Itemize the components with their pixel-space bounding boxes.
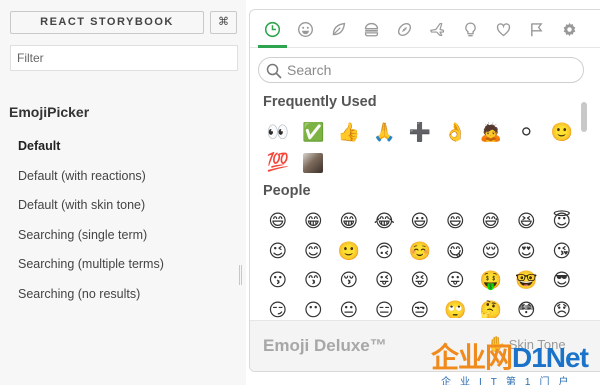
people-emoji[interactable]: 🤔 bbox=[473, 296, 509, 318]
gear-icon[interactable] bbox=[559, 19, 579, 39]
people-emoji[interactable]: 🙄 bbox=[438, 296, 474, 318]
search-icon bbox=[266, 63, 282, 79]
watermark-logo: 企业网D1Net bbox=[431, 336, 589, 376]
storybook-sidebar: REACT STORYBOOK ⌘ EmojiPicker Default De… bbox=[0, 0, 246, 385]
watermark: 企业网D1Net 企业IT第1门户 bbox=[431, 336, 600, 385]
people-emoji[interactable]: 🙃 bbox=[367, 237, 403, 267]
shortcuts-button[interactable]: ⌘ bbox=[210, 11, 237, 34]
watermark-logo-en: D1Net bbox=[512, 342, 589, 373]
frequent-emoji[interactable]: ⚪ bbox=[509, 118, 545, 148]
frequent-emoji[interactable]: 🙏 bbox=[367, 118, 403, 148]
people-emoji[interactable]: 😙 bbox=[296, 266, 332, 296]
story-link-default[interactable]: Default bbox=[18, 132, 164, 162]
frequent-emoji[interactable]: 👀 bbox=[260, 118, 296, 148]
custom-photo-emoji[interactable] bbox=[296, 148, 332, 178]
custom-photo-image bbox=[303, 152, 324, 173]
people-emoji[interactable]: 😘 bbox=[544, 237, 580, 267]
preview-title: Emoji Deluxe™ bbox=[263, 336, 387, 355]
people-emoji[interactable]: 😏 bbox=[260, 296, 296, 318]
heart-icon[interactable] bbox=[493, 19, 513, 39]
people-emoji[interactable]: 😑 bbox=[367, 296, 403, 318]
people-emoji[interactable]: 😗 bbox=[260, 266, 296, 296]
frequent-emoji[interactable]: ✅ bbox=[296, 118, 332, 148]
panel-resize-handle[interactable] bbox=[239, 265, 242, 285]
people-emoji[interactable]: 😊 bbox=[296, 237, 332, 267]
emoji-picker: Frequently Used 👀✅👍🙏➕👌🙇⚪🙂💯 People 😄😁😁😂😃😄… bbox=[249, 9, 600, 372]
story-link-default-with-reactions[interactable]: Default (with reactions) bbox=[18, 162, 164, 192]
frequent-emoji[interactable]: 👍 bbox=[331, 118, 367, 148]
people-emoji[interactable]: 😋 bbox=[438, 237, 474, 267]
watermark-logo-cn: 企业网 bbox=[431, 342, 513, 373]
frequent-emoji[interactable]: 🙇 bbox=[473, 118, 509, 148]
people-emoji[interactable]: 🤓 bbox=[509, 266, 545, 296]
people-emoji[interactable]: 😃 bbox=[402, 207, 438, 237]
people-emoji[interactable]: 😞 bbox=[544, 296, 580, 318]
story-link-searching-single-term[interactable]: Searching (single term) bbox=[18, 221, 164, 251]
people-emoji[interactable]: 😁 bbox=[296, 207, 332, 237]
smiley-icon[interactable] bbox=[295, 19, 315, 39]
people-emoji[interactable]: 😄 bbox=[438, 207, 474, 237]
burger-icon[interactable] bbox=[361, 19, 381, 39]
scrollbar-thumb[interactable] bbox=[581, 102, 587, 132]
people-emoji[interactable]: 🙂 bbox=[331, 237, 367, 267]
frequent-emoji[interactable]: 👌 bbox=[438, 118, 474, 148]
people-emoji[interactable]: 😌 bbox=[473, 237, 509, 267]
frequent-emoji-grid: 👀 ✅ 👍 🙏 ➕ 👌 🙇 ⚪ 🙂 💯 bbox=[260, 118, 580, 177]
story-link-searching-multiple-terms[interactable]: Searching (multiple terms) bbox=[18, 250, 164, 280]
category-bar bbox=[250, 10, 600, 48]
people-emoji[interactable]: 😅 bbox=[473, 207, 509, 237]
frequent-emoji[interactable]: 💯 bbox=[260, 148, 296, 178]
search-input[interactable] bbox=[287, 61, 577, 79]
people-emoji[interactable]: 😝 bbox=[402, 266, 438, 296]
leaf-icon[interactable] bbox=[328, 19, 348, 39]
people-emoji[interactable]: 😒 bbox=[402, 296, 438, 318]
flag-icon[interactable] bbox=[526, 19, 546, 39]
frequent-emoji[interactable]: 🙂 bbox=[544, 118, 580, 148]
people-emoji[interactable]: 😍 bbox=[509, 237, 545, 267]
people-emoji-grid: 😄 😁 😁 😂 😃 😄 😅 😆 😇 😉 😊 🙂 🙃 ☺️ 😋 😌 😍 😘 😗 😙 😚 😜 😝 😛 🤑 🤓 😎 😏 😶 😐 😑 😒 🙄 🤔 😳 😞 bbox=[260, 207, 580, 318]
section-title-people: People bbox=[263, 183, 311, 199]
storybook-title-button[interactable]: REACT STORYBOOK bbox=[10, 11, 204, 34]
airplane-icon[interactable] bbox=[427, 19, 447, 39]
recent-icon[interactable] bbox=[262, 19, 282, 39]
football-icon[interactable] bbox=[394, 19, 414, 39]
section-title-frequent: Frequently Used bbox=[263, 94, 377, 110]
people-emoji[interactable]: 😂 bbox=[367, 207, 403, 237]
story-list: Default Default (with reactions) Default… bbox=[18, 132, 164, 310]
people-emoji[interactable]: 😛 bbox=[438, 266, 474, 296]
watermark-subtitle: 企业IT第1门户 bbox=[441, 377, 578, 385]
people-emoji[interactable]: 😜 bbox=[367, 266, 403, 296]
active-category-indicator bbox=[258, 45, 287, 48]
people-emoji[interactable]: 😆 bbox=[509, 207, 545, 237]
story-kind-title: EmojiPicker bbox=[9, 104, 90, 120]
people-emoji[interactable]: 😶 bbox=[296, 296, 332, 318]
people-emoji[interactable]: 😇 bbox=[544, 207, 580, 237]
lightbulb-icon[interactable] bbox=[460, 19, 480, 39]
story-link-default-with-skin-tone[interactable]: Default (with skin tone) bbox=[18, 191, 164, 221]
filter-input[interactable] bbox=[10, 45, 238, 71]
people-emoji[interactable]: 😚 bbox=[331, 266, 367, 296]
people-emoji[interactable]: 😳 bbox=[509, 296, 545, 318]
search-box bbox=[258, 57, 584, 83]
frequent-emoji[interactable]: ➕ bbox=[402, 118, 438, 148]
people-emoji[interactable]: 😁 bbox=[331, 207, 367, 237]
story-link-searching-no-results[interactable]: Searching (no results) bbox=[18, 280, 164, 310]
people-emoji[interactable]: 😄 bbox=[260, 207, 296, 237]
people-emoji[interactable]: ☺️ bbox=[402, 237, 438, 267]
people-emoji[interactable]: 😉 bbox=[260, 237, 296, 267]
people-emoji[interactable]: 😎 bbox=[544, 266, 580, 296]
people-emoji[interactable]: 🤑 bbox=[473, 266, 509, 296]
emoji-scroll-area[interactable]: Frequently Used 👀 ✅ 👍 🙏 ➕ 👌 🙇 ⚪ 🙂 💯 People 😄 😁 😁 😂 😃 😄… bbox=[250, 90, 600, 318]
people-emoji[interactable]: 😐 bbox=[331, 296, 367, 318]
